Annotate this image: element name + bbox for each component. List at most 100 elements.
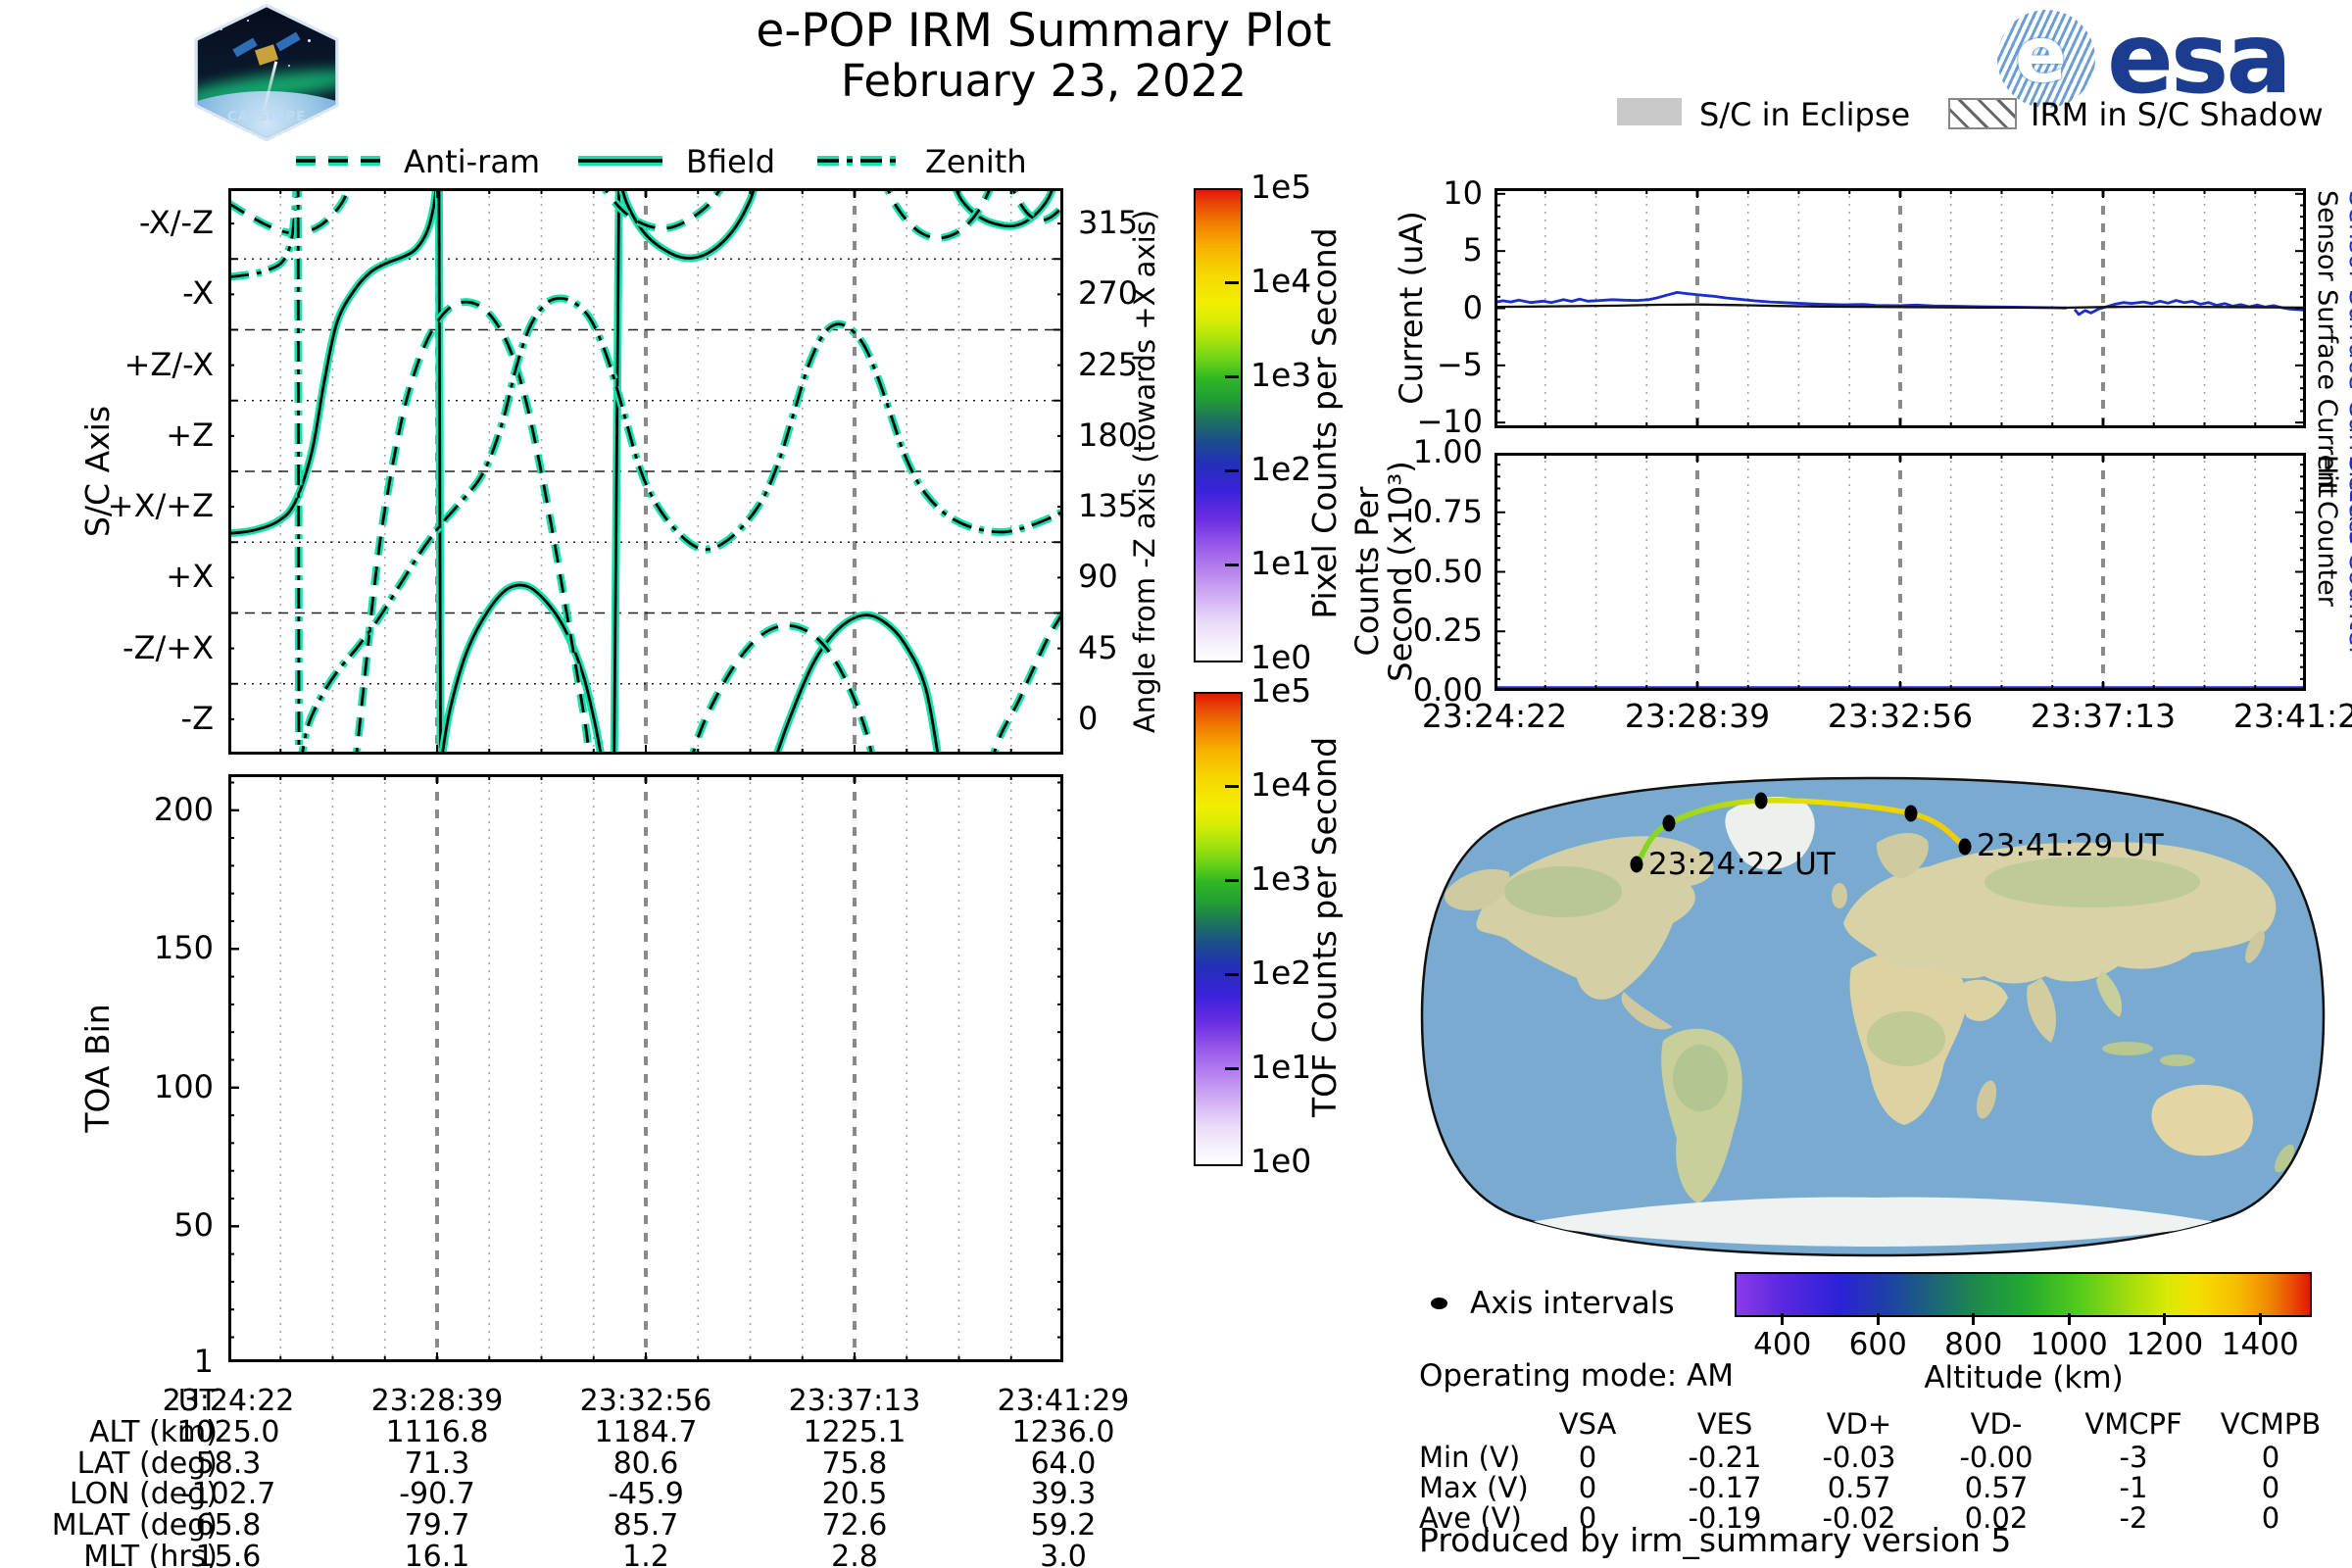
- colorbar-tick-label: 1e2: [1250, 450, 1312, 488]
- colorbar-tick-label: 1e1: [1250, 1048, 1312, 1086]
- info-cell: 2.8: [831, 1540, 878, 1568]
- counts-ytick-label: 0.50: [1412, 552, 1483, 590]
- colorbar-tick-label: 1e2: [1250, 954, 1312, 992]
- voltage-cell: -0.00: [1959, 1441, 2034, 1474]
- shadow-legend-swatch: [1948, 98, 2017, 129]
- world-map: 23:24:22 UT 23:41:29 UT: [1420, 776, 2326, 1257]
- toa-ytick-label: 150: [153, 929, 214, 967]
- info-cell: 72.6: [821, 1508, 888, 1544]
- legend-zenith-line: [817, 156, 902, 166]
- axis-interval-dot-icon: [1431, 1298, 1447, 1309]
- info-cell: 59.2: [1030, 1508, 1097, 1544]
- legend-bfield-line: [578, 156, 662, 166]
- current-plot: [1494, 188, 2306, 428]
- voltage-col-header: VD-: [1970, 1407, 2023, 1441]
- colorbar-tick-label: 1e3: [1250, 859, 1312, 898]
- current-right-label-black: Sensor Surface Current: [2312, 190, 2342, 498]
- voltage-cell: 0: [1578, 1441, 1597, 1474]
- info-cell: 3.0: [1040, 1540, 1087, 1568]
- legend-antiram-line: [296, 156, 380, 166]
- colorbar-tick-label: 1e5: [1250, 671, 1312, 710]
- info-cell: 23:28:39: [370, 1384, 504, 1418]
- counts-ytick-label: 0.75: [1412, 492, 1483, 530]
- current-ytick-label: 10: [1443, 173, 1483, 212]
- voltage-cell: 0: [1578, 1471, 1597, 1504]
- voltage-col-header: VMCPF: [2084, 1407, 2182, 1441]
- satellite-panel-icon: [275, 31, 301, 52]
- sc-ytick-label: -Z/+X: [122, 628, 214, 666]
- voltage-col-header: VSA: [1558, 1407, 1617, 1441]
- colorbar-tick-label: 1e0: [1250, 638, 1312, 676]
- colorbar-tick-label: 1e0: [1250, 1142, 1312, 1180]
- toa-ytick-label: 200: [153, 790, 214, 828]
- toa-ytick-label: 50: [173, 1206, 214, 1245]
- alt-tick: [2067, 1313, 2071, 1325]
- alt-tick: [2163, 1313, 2167, 1325]
- voltage-cell: 0: [2261, 1471, 2280, 1504]
- right-time-tick-label: 23:24:22: [1421, 697, 1568, 735]
- legend-zenith-label: Zenith: [925, 143, 1027, 180]
- altitude-units-label: Altitude (km): [1924, 1360, 2124, 1396]
- voltage-cell: 0: [2261, 1441, 2280, 1474]
- info-cell: 1184.7: [594, 1414, 698, 1449]
- eclipse-legend-swatch: [1617, 98, 1682, 125]
- colorbar-tick-label: 1e5: [1250, 168, 1312, 206]
- pixel-colorbar: [1194, 188, 1243, 662]
- voltage-cell: -2: [2119, 1501, 2148, 1535]
- info-cell: -90.7: [399, 1477, 475, 1512]
- voltage-cell: 0: [2261, 1501, 2280, 1535]
- info-cell: 23:41:29: [997, 1384, 1130, 1418]
- colorbar-tick: [1225, 564, 1239, 566]
- sc-ytick-label: -X/-Z: [138, 204, 214, 242]
- info-cell: 80.6: [612, 1446, 679, 1481]
- colorbar-tick: [1225, 879, 1239, 882]
- tof-colorbar: [1194, 692, 1243, 1166]
- esa-wordmark: esa: [2107, 1, 2292, 116]
- sc-right-tick-label: 0: [1078, 699, 1099, 737]
- satellite-panel-icon: [232, 37, 258, 58]
- svg-text:23:24:22 UT: 23:24:22 UT: [1648, 847, 1837, 882]
- sc-ytick-label: +Z/-X: [123, 345, 214, 383]
- info-cell: 58.3: [195, 1446, 262, 1481]
- current-ytick-label: −5: [1436, 345, 1483, 383]
- eclipse-legend-label: S/C in Eclipse: [1699, 96, 1911, 133]
- legend-bfield-label: Bfield: [686, 143, 775, 180]
- voltage-cell: -0.21: [1688, 1441, 1762, 1474]
- pixel-colorbar-label: Pixel Counts per Second: [1305, 227, 1344, 619]
- operating-mode-label: Operating mode: AM: [1419, 1358, 1735, 1394]
- colorbar-tick-label: 1e3: [1250, 356, 1312, 394]
- colorbar-tick: [1225, 973, 1239, 976]
- voltage-cell: -0.03: [1822, 1441, 1896, 1474]
- alt-tick: [2258, 1313, 2262, 1325]
- sc-right-tick-label: 90: [1078, 558, 1118, 596]
- esa-globe-icon: e: [1997, 10, 2095, 108]
- shadow-legend-label: IRM in S/C Shadow: [2031, 96, 2324, 133]
- toa-ytick-label: 100: [153, 1067, 214, 1105]
- info-cell: -45.9: [608, 1477, 684, 1512]
- right-time-tick-label: 23:28:39: [1624, 697, 1771, 735]
- tof-colorbar-label: TOF Counts per Second: [1305, 736, 1344, 1118]
- colorbar-tick: [1225, 281, 1239, 284]
- counts-plot: [1494, 453, 2306, 691]
- sc-right-tick-label: 45: [1078, 628, 1118, 666]
- info-cell: 1.2: [622, 1540, 669, 1568]
- sc-ytick-label: +X/+Z: [107, 487, 214, 525]
- sc-ytick-label: -X: [182, 274, 214, 313]
- counts-ytick-label: 1.00: [1412, 433, 1483, 470]
- legend-antiram-label: Anti-ram: [404, 143, 541, 180]
- info-cell: 64.0: [1030, 1446, 1097, 1481]
- colorbar-tick: [1225, 375, 1239, 378]
- altitude-colorbar: [1735, 1272, 2312, 1317]
- voltage-cell: 0.57: [1827, 1471, 1891, 1504]
- voltage-cell: -1: [2119, 1471, 2148, 1504]
- toa-ylabel: TOA Bin: [78, 1004, 117, 1133]
- colorbar-tick: [1225, 785, 1239, 788]
- info-cell: 23:37:13: [788, 1384, 921, 1418]
- voltage-cell: -3: [2119, 1441, 2148, 1474]
- info-cell: -102.7: [180, 1477, 276, 1512]
- info-cell: 39.3: [1030, 1477, 1097, 1512]
- alt-tick: [1781, 1313, 1785, 1325]
- patch-mission-name: CASSIOPE: [226, 110, 307, 124]
- toa-ytick-label: 1: [193, 1343, 214, 1380]
- info-cell: 79.7: [404, 1508, 470, 1544]
